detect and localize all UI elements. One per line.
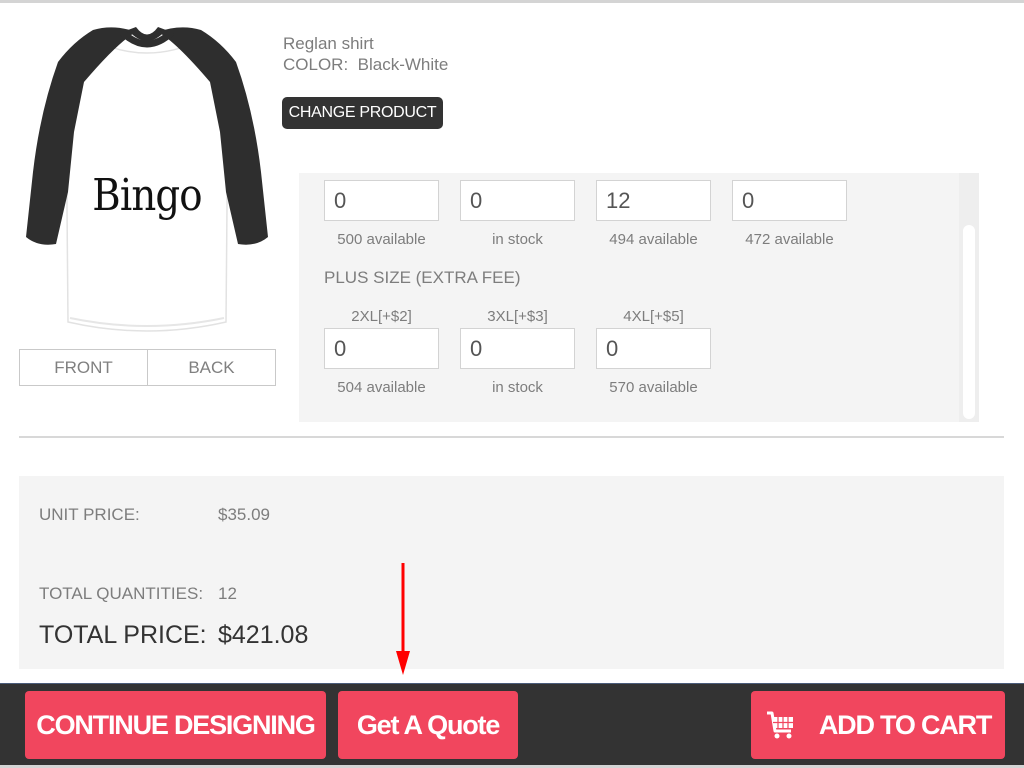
color-value: Black-White xyxy=(357,55,449,74)
size-label: 2XL[+$2] xyxy=(351,308,412,325)
continue-designing-button[interactable]: CONTINUE DESIGNING xyxy=(25,691,326,759)
product-info: Reglan shirt COLOR: Black-White xyxy=(283,33,448,75)
stock-status: 472 available xyxy=(745,231,834,248)
unit-price-value: $35.09 xyxy=(218,505,270,524)
add-to-cart-button[interactable]: ADD TO CART xyxy=(751,691,1005,759)
size-quantity-input[interactable] xyxy=(324,180,439,221)
plus-sizes-row: 2XL[+$2] 504 available 3XL[+$3] in stock… xyxy=(324,306,711,396)
stock-status: in stock xyxy=(492,379,543,396)
shirt-preview: Bingo xyxy=(18,22,276,340)
total-price-label: TOTAL PRICE: xyxy=(39,621,207,649)
size-cell: 494 available xyxy=(596,180,711,248)
stock-status: 570 available xyxy=(609,379,698,396)
total-quantities-label: TOTAL QUANTITIES: xyxy=(39,584,204,603)
section-divider xyxy=(19,436,1004,438)
size-cell: 472 available xyxy=(732,180,847,248)
top-border xyxy=(0,0,1024,3)
size-quantity-input[interactable] xyxy=(596,328,711,369)
front-view-button[interactable]: FRONT xyxy=(20,350,147,385)
add-to-cart-label: ADD TO CART xyxy=(818,709,992,740)
size-quantity-input[interactable] xyxy=(324,328,439,369)
size-quantity-input[interactable] xyxy=(596,180,711,221)
total-price-value: $421.08 xyxy=(218,621,309,649)
unit-price-label: UNIT PRICE: xyxy=(39,505,140,524)
size-cell: 2XL[+$2] 504 available xyxy=(324,306,439,396)
footer-action-bar: CONTINUE DESIGNING Get A Quote ADD TO CA… xyxy=(0,683,1024,768)
back-view-button[interactable]: BACK xyxy=(147,350,275,385)
plus-size-heading: PLUS SIZE (EXTRA FEE) xyxy=(324,268,521,287)
sizes-panel: 500 available in stock 494 available 472… xyxy=(299,173,979,422)
size-cell: 500 available xyxy=(324,180,439,248)
annotation-arrow-icon xyxy=(396,563,410,675)
view-toggle: FRONT BACK xyxy=(19,349,276,386)
get-quote-button[interactable]: Get A Quote xyxy=(338,691,518,759)
size-label: 3XL[+$3] xyxy=(487,308,548,325)
shopping-cart-icon xyxy=(766,711,793,739)
stock-status: 500 available xyxy=(337,231,426,248)
color-label: COLOR: xyxy=(283,55,349,74)
size-quantity-input[interactable] xyxy=(460,328,575,369)
size-cell: 3XL[+$3] in stock xyxy=(460,306,575,396)
stock-status: 494 available xyxy=(609,231,698,248)
size-quantity-input[interactable] xyxy=(732,180,847,221)
size-cell: 4XL[+$5] 570 available xyxy=(596,306,711,396)
size-label: 4XL[+$5] xyxy=(623,308,684,325)
order-summary: UNIT PRICE: $35.09 TOTAL QUANTITIES: 12 … xyxy=(19,476,1004,669)
product-name: Reglan shirt xyxy=(283,34,374,53)
size-quantity-input[interactable] xyxy=(460,180,575,221)
change-product-button[interactable]: CHANGE PRODUCT xyxy=(282,97,443,129)
scrollbar-thumb[interactable] xyxy=(963,225,975,419)
sizes-scrollbar[interactable] xyxy=(959,173,979,422)
shirt-design-text[interactable]: Bingo xyxy=(33,170,260,221)
total-quantities-value: 12 xyxy=(218,584,237,603)
standard-sizes-row: 500 available in stock 494 available 472… xyxy=(324,180,847,248)
stock-status: in stock xyxy=(492,231,543,248)
product-color: COLOR: Black-White xyxy=(283,54,448,75)
size-cell: in stock xyxy=(460,180,575,248)
stock-status: 504 available xyxy=(337,379,426,396)
